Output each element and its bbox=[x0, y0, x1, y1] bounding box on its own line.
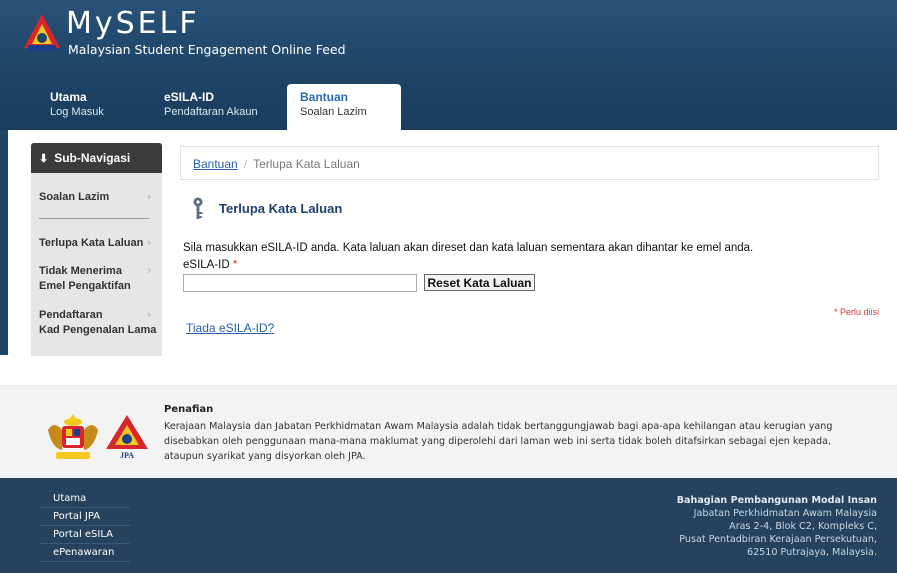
required-note: * Perlu diisi bbox=[833, 307, 879, 317]
nav-tab-sublabel: Log Masuk bbox=[50, 106, 104, 118]
left-edge-decoration bbox=[0, 130, 8, 355]
subnav-item-pendaftaran-kad-lama[interactable]: Pendaftaran Kad Pengenalan Lama › bbox=[39, 308, 157, 338]
footer-link-portal-esila[interactable]: Portal eSILA bbox=[40, 526, 130, 544]
subnav-item-label: Soalan Lazim bbox=[39, 191, 110, 203]
nav-tab-esila-id[interactable]: eSILA-ID Pendaftaran Akaun bbox=[164, 84, 274, 130]
instruction-text: Sila masukkan eSILA-ID anda. Kata laluan… bbox=[183, 242, 754, 254]
subnav-item-terlupa-kata-laluan[interactable]: Terlupa Kata Laluan › bbox=[39, 236, 157, 251]
nav-tab-label: eSILA-ID bbox=[164, 90, 215, 104]
sub-navigation-title: Sub-Navigasi bbox=[54, 151, 131, 165]
page-title-text: Terlupa Kata Laluan bbox=[219, 201, 343, 216]
footer-address-line: Jabatan Perkhidmatan Awam Malaysia bbox=[693, 508, 877, 519]
nav-tab-bantuan[interactable]: Bantuan Soalan Lazim bbox=[287, 84, 401, 130]
sub-navigation-heading: ⬇ Sub-Navigasi bbox=[31, 143, 162, 173]
main-nav: Utama Log Masuk eSILA-ID Pendaftaran Aka… bbox=[0, 84, 897, 130]
breadcrumb: Bantuan / Terlupa Kata Laluan bbox=[180, 146, 879, 180]
disclaimer-text: Kerajaan Malaysia dan Jabatan Perkhidmat… bbox=[164, 421, 833, 462]
sub-navigation: ⬇ Sub-Navigasi Soalan Lazim › Terlupa Kat… bbox=[31, 143, 162, 356]
nav-tab-sublabel: Soalan Lazim bbox=[300, 106, 367, 118]
subnav-divider bbox=[39, 218, 149, 219]
breadcrumb-current: Terlupa Kata Laluan bbox=[253, 157, 360, 171]
footer-link-epenawaran[interactable]: ePenawaran bbox=[40, 544, 130, 562]
no-esila-id-link[interactable]: Tiada eSILA-ID? bbox=[186, 321, 274, 335]
footer-link-portal-jpa[interactable]: Portal JPA bbox=[40, 508, 130, 526]
logo-title: MySELF bbox=[66, 6, 200, 41]
esila-id-label-text: eSILA-ID bbox=[183, 259, 230, 271]
breadcrumb-separator: / bbox=[243, 157, 248, 171]
reset-password-button[interactable]: Reset Kata Laluan bbox=[424, 274, 535, 291]
required-asterisk: * bbox=[232, 259, 238, 271]
nav-tab-utama[interactable]: Utama Log Masuk bbox=[50, 84, 130, 130]
footer-address: Bahagian Pembangunan Modal Insan Jabatan… bbox=[677, 494, 877, 559]
chevron-right-icon: › bbox=[147, 237, 151, 249]
subnav-item-label: Terlupa Kata Laluan bbox=[39, 237, 144, 249]
subnav-item-label-line2: Kad Pengenalan Lama bbox=[39, 324, 157, 336]
subnav-item-label: Pendaftaran bbox=[39, 309, 103, 321]
subnav-item-soalan-lazim[interactable]: Soalan Lazim › bbox=[39, 190, 157, 205]
jpa-logo-label: JPA bbox=[120, 451, 134, 459]
footer-address-org: Bahagian Pembangunan Modal Insan bbox=[676, 495, 877, 506]
disclaimer-title: Penafian bbox=[164, 404, 214, 415]
footer-address-line: Pusat Pentadbiran Kerajaan Persekutuan, bbox=[679, 534, 877, 545]
logo-subtitle: Malaysian Student Engagement Online Feed bbox=[68, 42, 346, 57]
footer-link-utama[interactable]: Utama bbox=[40, 490, 130, 508]
chevron-right-icon: › bbox=[147, 265, 151, 277]
footer-address-line: 62510 Putrajaya, Malaysia. bbox=[746, 547, 877, 558]
chevron-right-icon: › bbox=[147, 191, 151, 203]
malaysia-coat-of-arms-icon bbox=[48, 414, 98, 459]
subnav-item-label-line2: Emel Pengaktifan bbox=[39, 280, 131, 292]
esila-id-input[interactable] bbox=[183, 274, 417, 292]
breadcrumb-link-bantuan[interactable]: Bantuan bbox=[193, 157, 238, 171]
jpa-logo-icon: JPA bbox=[106, 415, 148, 459]
site-header: MySELF Malaysian Student Engagement Onli… bbox=[0, 0, 897, 130]
key-icon bbox=[193, 197, 203, 219]
footer-address-line: Aras 2-4, Blok C2, Kompleks C, bbox=[729, 521, 877, 532]
arrow-down-icon: ⬇ bbox=[39, 153, 49, 165]
subnav-item-tidak-menerima-emel[interactable]: Tidak Menerima Emel Pengaktifan › bbox=[39, 264, 157, 294]
chevron-right-icon: › bbox=[147, 309, 151, 321]
nav-tab-label: Utama bbox=[50, 90, 87, 104]
esila-id-label: eSILA-ID * bbox=[183, 259, 237, 271]
nav-tab-sublabel: Pendaftaran Akaun bbox=[164, 106, 258, 118]
nav-tab-label: Bantuan bbox=[300, 90, 348, 104]
subnav-item-label: Tidak Menerima bbox=[39, 265, 122, 277]
footer-links: Utama Portal JPA Portal eSILA ePenawaran bbox=[40, 490, 130, 562]
jpa-emblem-icon bbox=[24, 14, 60, 51]
